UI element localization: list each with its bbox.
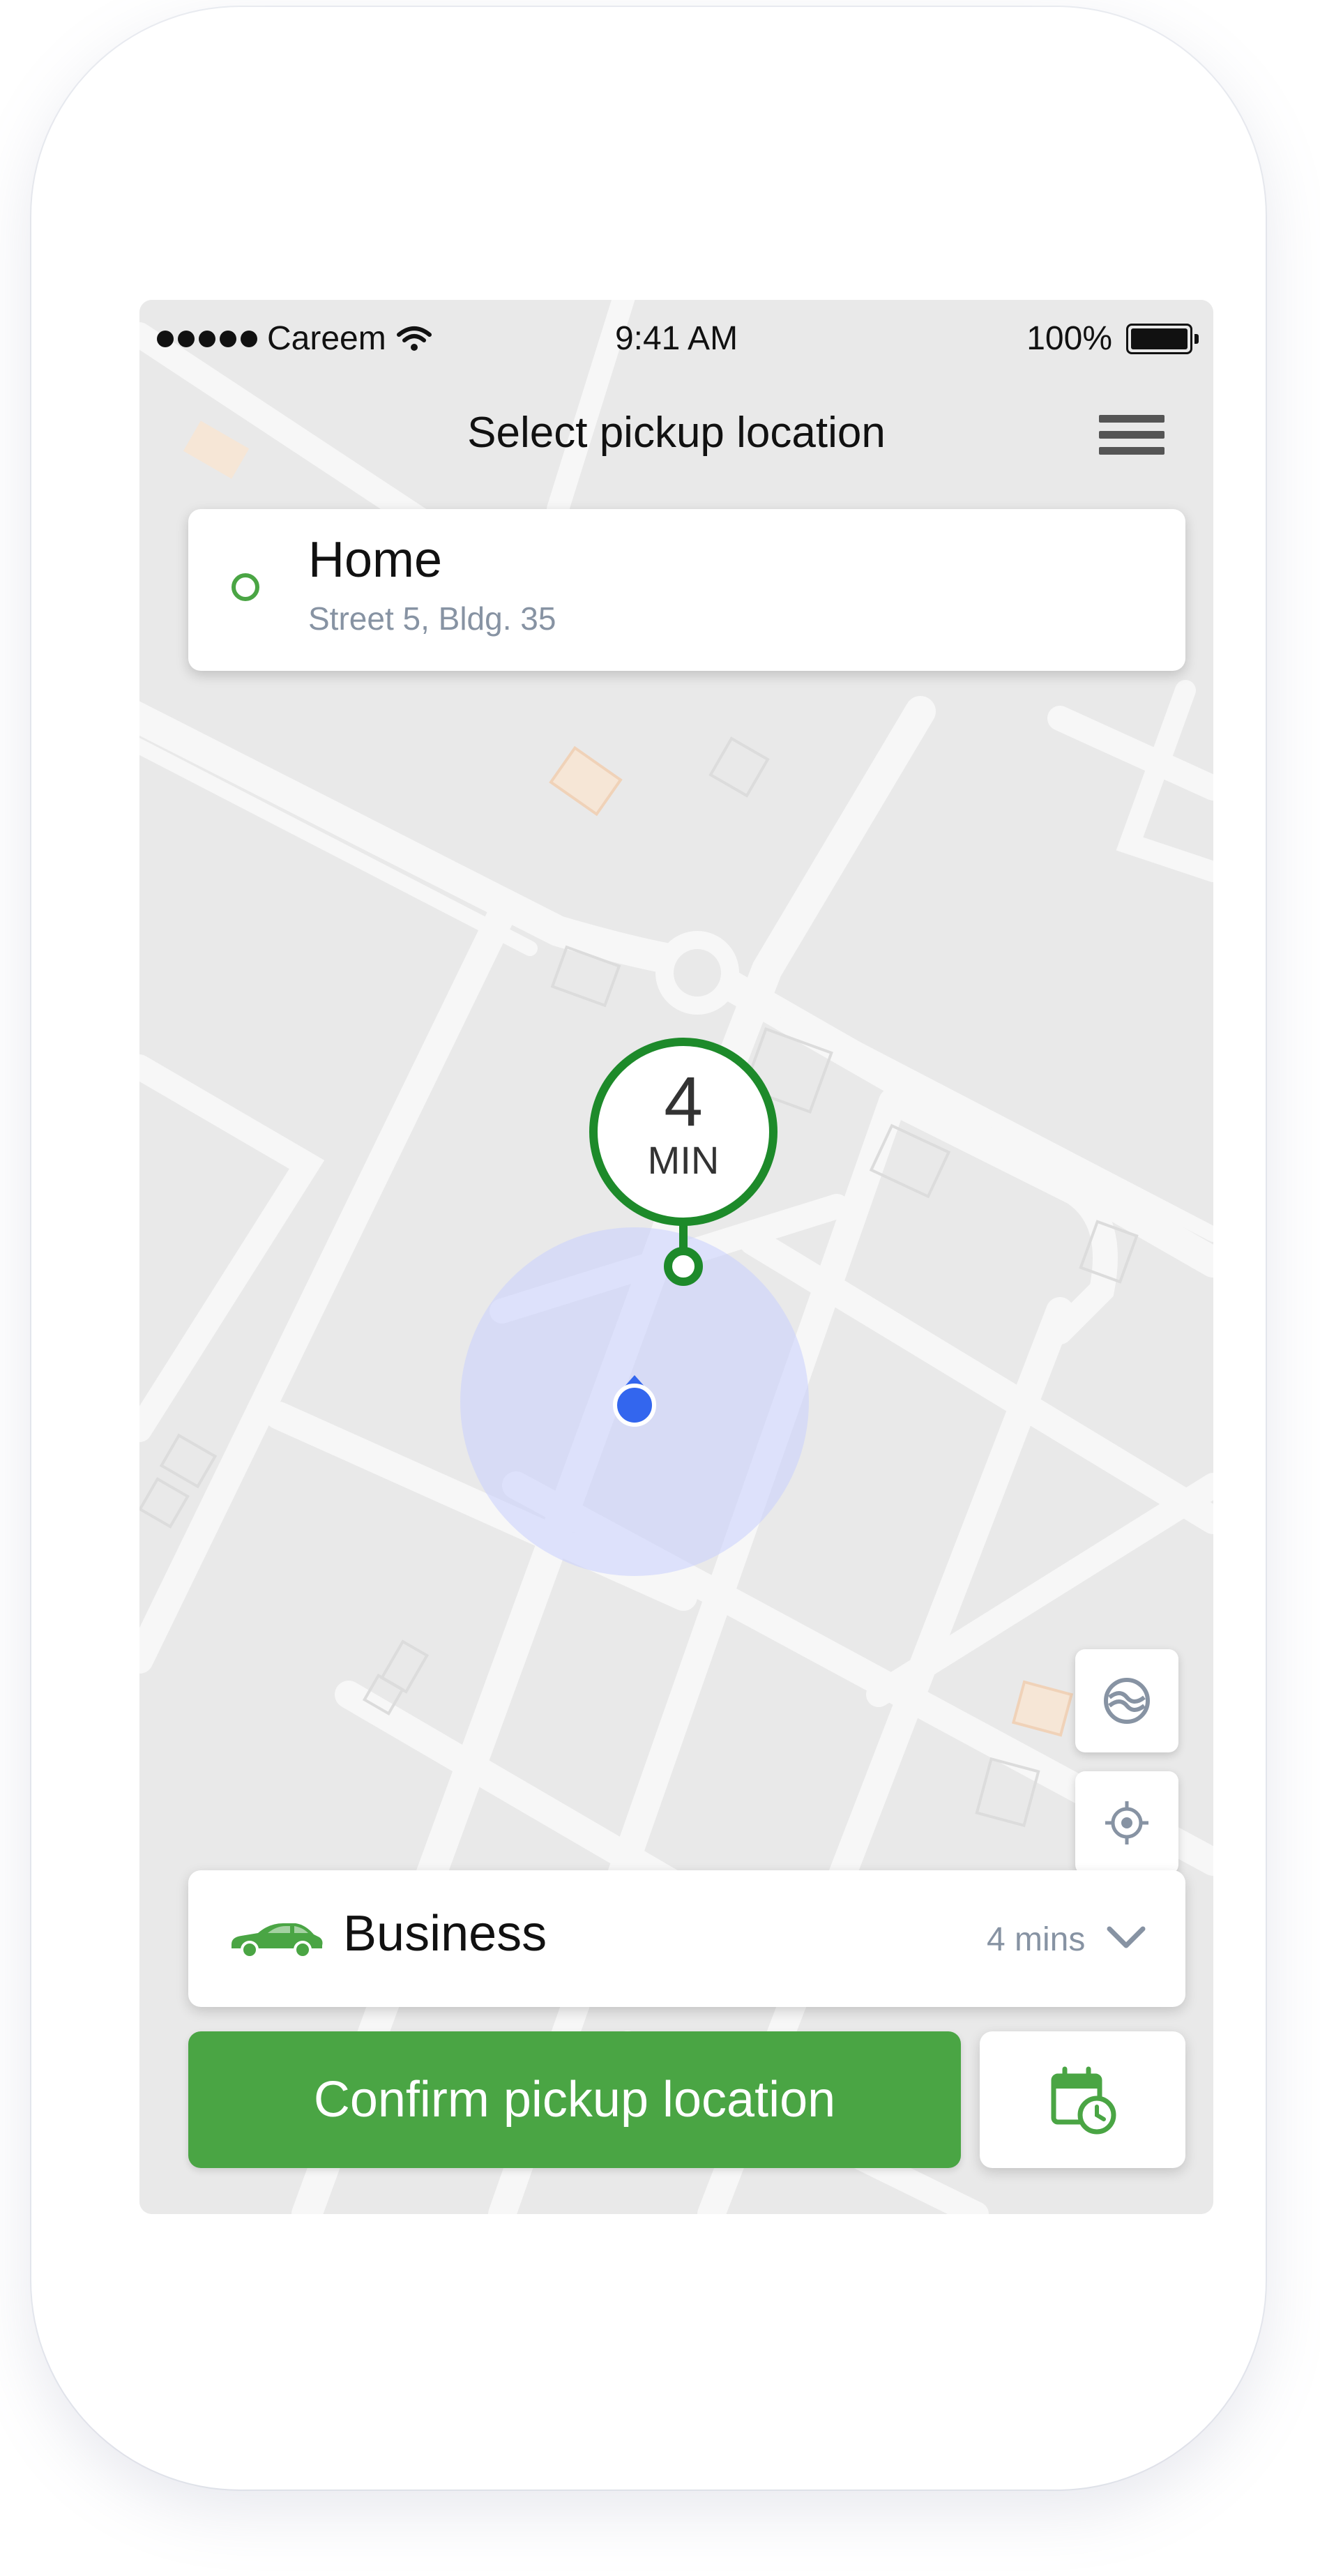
vehicle-name: Business [343,1906,547,1962]
status-bar: Careem 9:41 AM 100% [139,300,1213,370]
pickup-ring-icon [232,573,259,601]
battery-icon [1126,323,1199,354]
locate-me-icon [1105,1801,1148,1844]
vehicle-eta: 4 mins [987,1921,1086,1958]
pickup-address: Street 5, Bldg. 35 [308,600,556,637]
locate-me-button[interactable] [1075,1771,1178,1874]
eta-pin-base [664,1247,703,1286]
eta-pin: 4 MIN [589,1038,777,1226]
map-style-button[interactable] [1075,1649,1178,1752]
chevron-down-icon[interactable] [1105,1919,1147,1954]
schedule-ride-button[interactable] [980,2031,1185,2168]
page-title: Select pickup location [467,409,886,457]
eta-value: 4 [664,1063,703,1141]
pickup-title: Home [308,532,443,588]
app-screen: Careem 9:41 AM 100% Select pickup locati… [139,300,1213,2214]
eta-unit: MIN [647,1138,720,1182]
eta-pin-stem [679,1222,688,1250]
battery-percent: 100% [1026,320,1112,357]
vehicle-selector[interactable]: Business 4 mins [188,1870,1185,2007]
confirm-pickup-button[interactable]: Confirm pickup location [188,2031,961,2168]
phone-frame: Careem 9:41 AM 100% Select pickup locati… [31,7,1266,2490]
user-location-dot [613,1384,656,1427]
car-icon [232,1923,323,1959]
calendar-clock-icon [1051,2066,1116,2135]
map-style-icon [1104,1678,1150,1724]
pickup-location-card[interactable]: Home Street 5, Bldg. 35 [188,509,1185,671]
hamburger-menu-icon[interactable] [1099,415,1165,461]
confirm-pickup-label: Confirm pickup location [313,2072,836,2128]
battery-group: 100% [1026,319,1199,358]
